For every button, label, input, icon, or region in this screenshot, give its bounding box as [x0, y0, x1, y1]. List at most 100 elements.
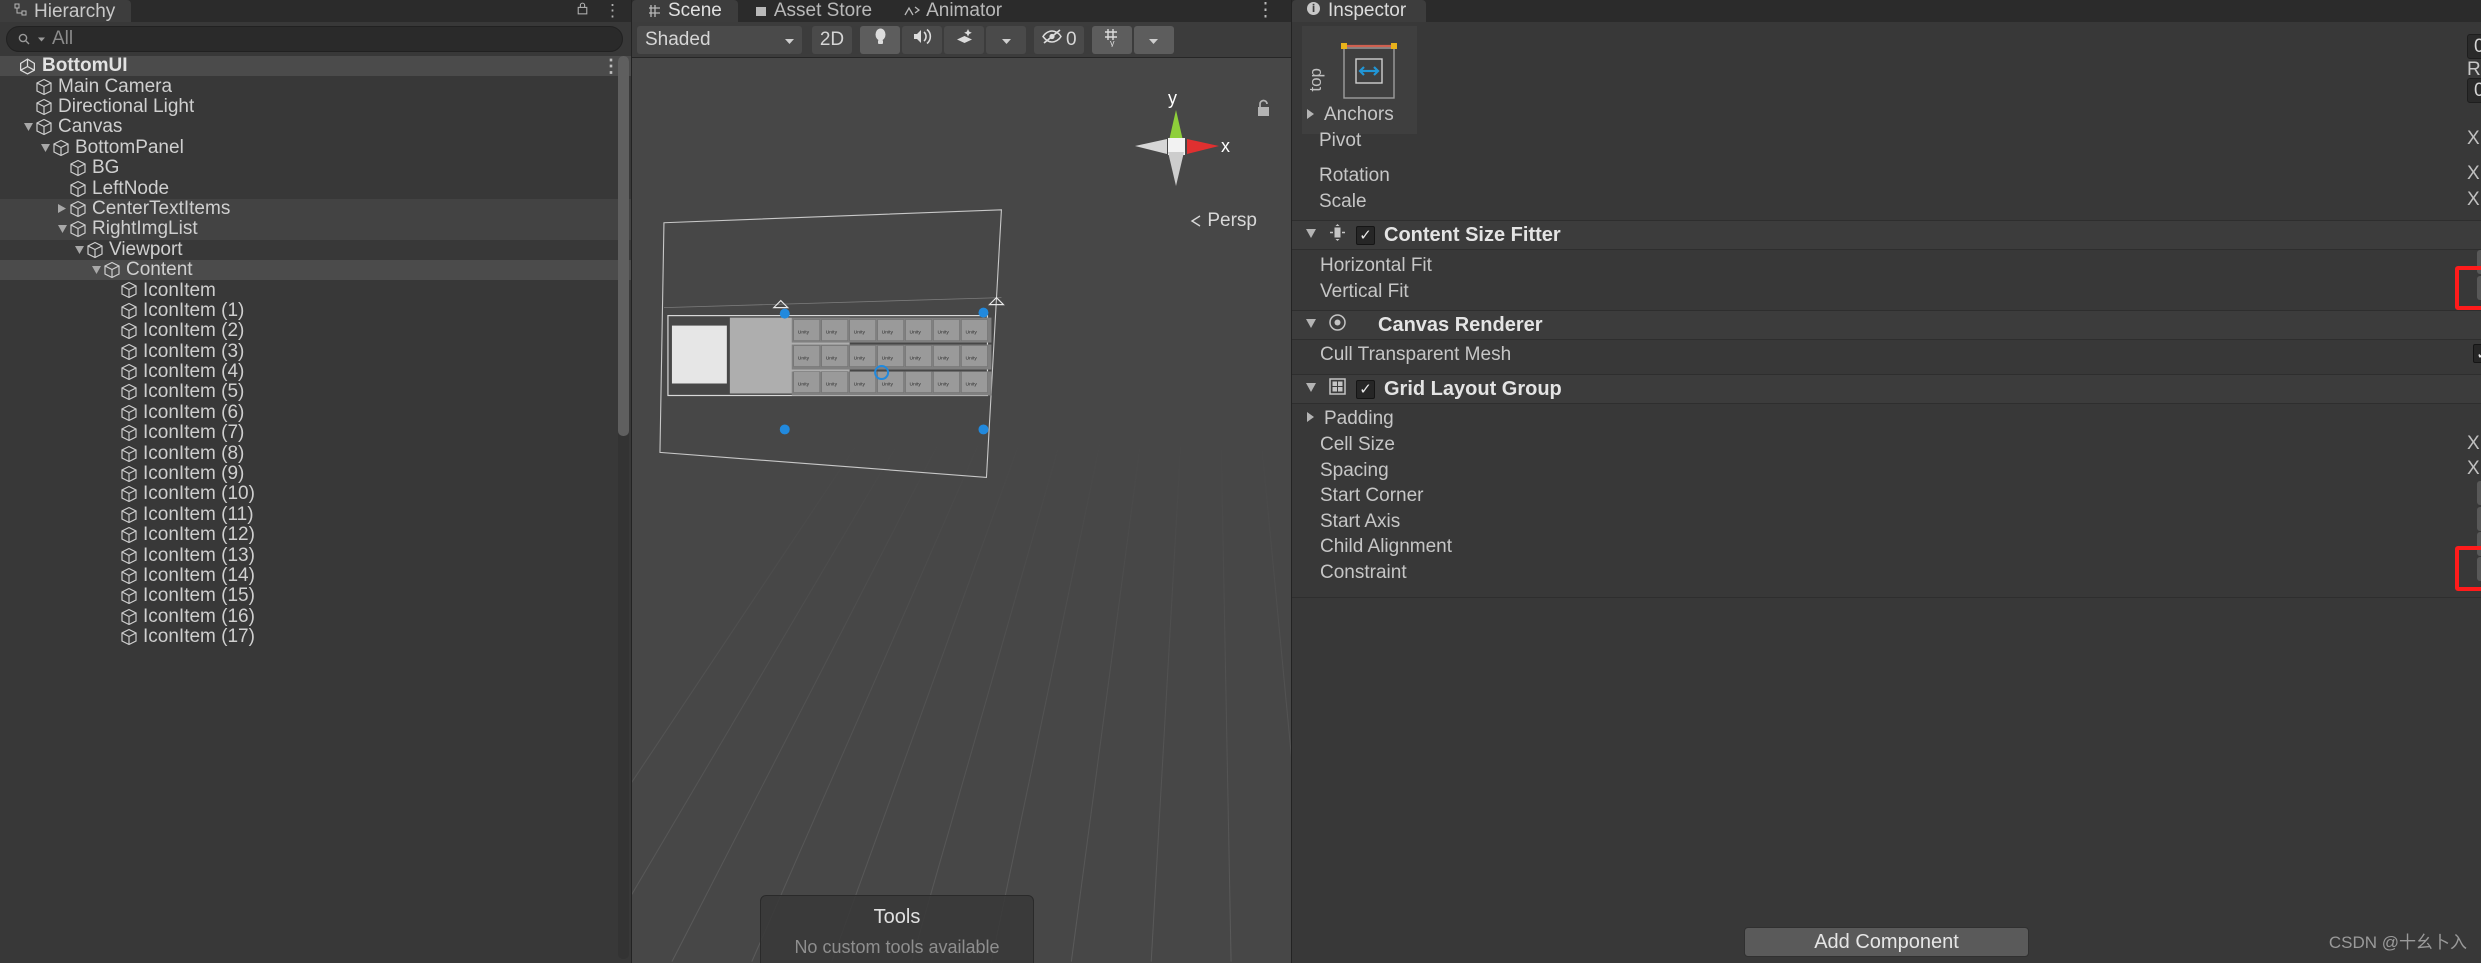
gizmos-dropdown-button[interactable] [1133, 25, 1174, 54]
scene-orientation-gizmo[interactable]: y x [1121, 88, 1231, 198]
chevron-down-icon[interactable] [21, 123, 35, 132]
toggle-audio-button[interactable] [902, 25, 942, 54]
inspector-body: top 0 0.0001278066 [1292, 22, 2481, 963]
rect-posx-value: 0 [2474, 35, 2481, 57]
toggle-lighting-button[interactable] [860, 25, 900, 54]
chevron-down-icon[interactable] [55, 225, 69, 234]
spacing-row: Spacing [1292, 458, 2481, 484]
toggle-2d-button[interactable]: 2D [812, 25, 852, 54]
inspector-icon [1306, 0, 1321, 22]
hierarchy-item[interactable]: IconItem (16) [0, 606, 631, 627]
hierarchy-tree[interactable]: BottomUI ⋮ Main Camera Directional Light Can… [0, 56, 631, 963]
scene-tab-label: Asset Store [773, 0, 873, 21]
padding-foldout[interactable]: Padding [1292, 406, 2481, 432]
tab-hierarchy[interactable]: Hierarchy [0, 0, 132, 22]
hierarchy-item[interactable]: IconItem (14) [0, 565, 631, 586]
scene-gizmo-lock-icon[interactable] [1255, 98, 1273, 120]
hierarchy-item-label: IconItem (17) [143, 626, 255, 648]
anchors-foldout[interactable]: Anchors [1292, 102, 2481, 128]
hierarchy-item[interactable]: IconItem (11) [0, 504, 631, 525]
tab-asset-store[interactable]: Asset Store [738, 0, 888, 22]
add-component-button[interactable]: Add Component [1744, 927, 2029, 957]
tab-inspector[interactable]: Inspector [1292, 0, 1427, 22]
hierarchy-item[interactable]: IconItem (7) [0, 422, 631, 444]
shading-mode-label: Shaded [645, 28, 711, 50]
hierarchy-item[interactable]: IconItem (10) [0, 483, 631, 504]
hierarchy-item[interactable]: Content [0, 259, 631, 281]
chevron-right-icon[interactable] [55, 204, 69, 214]
tools-overlay[interactable]: Tools No custom tools available [760, 895, 1034, 963]
tools-overlay-subtitle: No custom tools available [794, 937, 1000, 957]
search-filter-chevron-icon[interactable] [38, 36, 45, 43]
spacing-x-axis-label: X [2467, 458, 2480, 479]
hierarchy-item[interactable]: IconItem (15) [0, 585, 631, 606]
hidden-objects-button[interactable]: 0 [1034, 25, 1084, 54]
constraint-dropdown[interactable]: Flexible [2477, 557, 2481, 581]
rect-right-field[interactable]: 0 [2467, 78, 2481, 103]
hierarchy-item[interactable]: IconItem (1) [0, 300, 631, 321]
grid-layout-group-enabled-checkbox[interactable]: ✓ [1356, 379, 1375, 399]
start-corner-dropdown[interactable]: Upper Left [2477, 481, 2481, 505]
content-size-fitter-header[interactable]: ✓ Content Size Fitter [1292, 220, 2481, 250]
scene-projection-label[interactable]: Persp [1190, 210, 1257, 232]
hierarchy-item[interactable]: BG [0, 157, 631, 178]
start-axis-dropdown[interactable]: Horizontal [2477, 507, 2481, 531]
hierarchy-item[interactable]: IconItem (17) [0, 626, 631, 648]
child-alignment-dropdown[interactable]: Upper Left [2477, 532, 2481, 556]
tab-scene[interactable]: Scene [632, 0, 738, 22]
chevron-down-icon[interactable] [72, 245, 86, 254]
rect-posx-field[interactable]: 0 [2467, 34, 2481, 59]
hierarchy-item[interactable]: IconItem (12) [0, 524, 631, 545]
chevron-down-icon[interactable] [1306, 319, 1319, 331]
kebab-menu-icon[interactable]: ⋮ [604, 1, 621, 21]
hierarchy-item[interactable]: Viewport [0, 239, 631, 260]
hierarchy-item[interactable]: Main Camera [0, 76, 631, 97]
tab-animator[interactable]: Animator [888, 0, 1018, 22]
hierarchy-scrollbar-thumb[interactable] [618, 56, 629, 436]
hierarchy-item[interactable]: CenterTextItems [0, 198, 631, 220]
cell-size-x-axis-label: X [2467, 433, 2480, 454]
chevron-down-icon[interactable] [38, 143, 52, 152]
hierarchy-item[interactable]: IconItem (4) [0, 361, 631, 382]
lock-icon[interactable] [575, 1, 590, 21]
watermark-text: CSDN @十幺卜入 [2328, 933, 2467, 952]
hierarchy-item[interactable]: BottomUI ⋮ [0, 56, 631, 77]
content-size-fitter-enabled-checkbox[interactable]: ✓ [1356, 225, 1375, 245]
toggle-effects-button[interactable] [944, 25, 984, 54]
hierarchy-item[interactable]: Canvas [0, 116, 631, 137]
gizmos-button[interactable]: y [1091, 25, 1132, 54]
shading-mode-dropdown[interactable]: Shaded [637, 25, 802, 54]
hierarchy-item[interactable]: Directional Light [0, 96, 631, 117]
horizontal-fit-label: Horizontal Fit [1320, 254, 1432, 276]
hierarchy-item[interactable]: IconItem (2) [0, 320, 631, 341]
gameobject-icon [120, 567, 143, 585]
spacing-label: Spacing [1320, 459, 1389, 481]
hierarchy-item-label: IconItem (7) [143, 422, 245, 444]
scale-x-axis-label: X [2467, 189, 2480, 210]
scene-viewport[interactable]: Unity Unity Unity Unity Unity Unity Unity Uni… [632, 58, 1291, 963]
scale-row: Scale [1292, 189, 2481, 215]
hierarchy-item[interactable]: LeftNode [0, 178, 631, 199]
hierarchy-item[interactable]: IconItem (6) [0, 402, 631, 423]
hierarchy-item[interactable]: IconItem [0, 280, 631, 301]
effects-dropdown-button[interactable] [986, 25, 1026, 54]
hierarchy-item[interactable]: IconItem (8) [0, 443, 631, 464]
hierarchy-item[interactable]: IconItem (13) [0, 545, 631, 566]
chevron-down-icon[interactable] [89, 266, 103, 275]
hierarchy-item[interactable]: IconItem (9) [0, 463, 631, 484]
horizontal-fit-dropdown[interactable]: Unconstrained [2477, 250, 2481, 274]
hierarchy-item[interactable]: IconItem (5) [0, 381, 631, 402]
cull-transparent-mesh-checkbox[interactable]: ✓ [2473, 344, 2481, 363]
hierarchy-item[interactable]: BottomPanel [0, 137, 631, 158]
chevron-down-icon[interactable] [1306, 229, 1319, 241]
chevron-down-icon[interactable] [1306, 383, 1319, 395]
search-input[interactable]: All [6, 26, 623, 52]
start-axis-row: Start Axis [1292, 509, 2481, 535]
scene-tab-overflow-icon[interactable]: ⋮ [1240, 0, 1291, 22]
canvas-renderer-header[interactable]: Canvas Renderer [1292, 310, 2481, 340]
hierarchy-item[interactable]: RightImgList [0, 218, 631, 240]
grid-layout-group-header[interactable]: ✓ Grid Layout Group [1292, 374, 2481, 404]
vertical-fit-dropdown[interactable]: Preferred Size [2477, 276, 2481, 300]
hierarchy-item[interactable]: IconItem (3) [0, 341, 631, 362]
hierarchy-scrollbar[interactable] [618, 56, 629, 959]
